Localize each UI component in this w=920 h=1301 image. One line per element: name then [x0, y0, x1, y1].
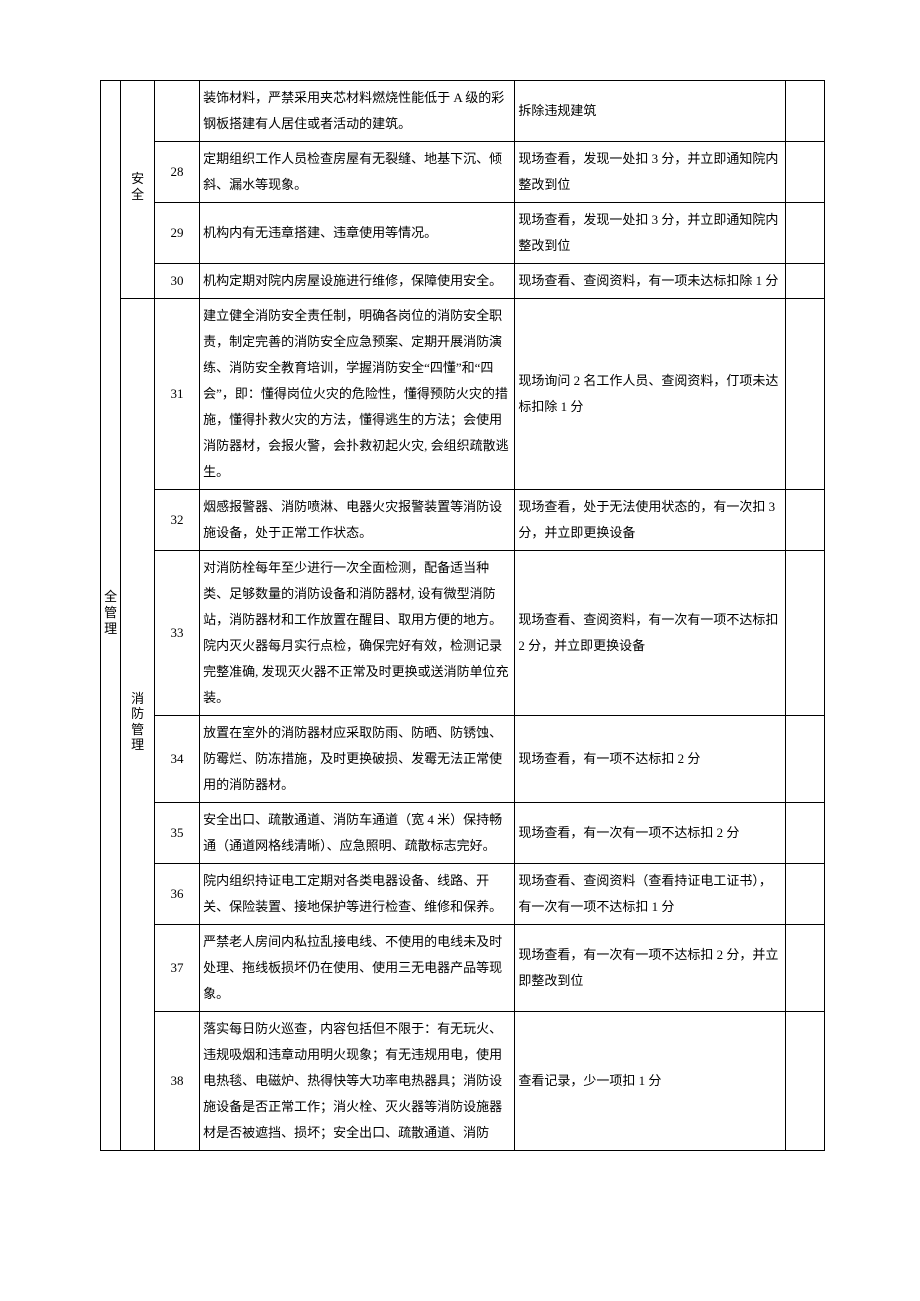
table-row: 35 安全出口、疏散通道、消防车通道（宽 4 米）保持畅通（通道网格线清晰）、应…	[101, 803, 825, 864]
category-main-cell: 全管理	[101, 81, 121, 1151]
table-row: 38 落实每日防火巡查，内容包括但不限于：有无玩火、违规吸烟和违章动用明火现象；…	[101, 1012, 825, 1151]
check-cell: 现场查看，有一项不达标扣 2 分	[515, 716, 785, 803]
score-cell	[785, 864, 824, 925]
check-cell: 现场查看、查阅资料（查看持证电工证书），有一次有一项不达标扣 1 分	[515, 864, 785, 925]
row-number: 33	[155, 551, 200, 716]
row-number: 35	[155, 803, 200, 864]
score-cell	[785, 1012, 824, 1151]
check-cell: 现场查看，处于无法使用状态的，有一次扣 3 分，并立即更换设备	[515, 490, 785, 551]
score-cell	[785, 299, 824, 490]
requirement-cell: 放置在室外的消防器材应采取防雨、防晒、防锈蚀、防霉烂、防冻措施，及时更换破损、发…	[200, 716, 515, 803]
table-row: 34 放置在室外的消防器材应采取防雨、防晒、防锈蚀、防霉烂、防冻措施，及时更换破…	[101, 716, 825, 803]
check-cell: 现场查看、查阅资料，有一项未达标扣除 1 分	[515, 264, 785, 299]
row-number: 38	[155, 1012, 200, 1151]
check-cell: 现场询问 2 名工作人员、查阅资料，仃项未达标扣除 1 分	[515, 299, 785, 490]
check-cell: 现场查看，发现一处扣 3 分，并立即通知院内整改到位	[515, 203, 785, 264]
row-number: 36	[155, 864, 200, 925]
check-cell: 查看记录，少一项扣 1 分	[515, 1012, 785, 1151]
row-number: 34	[155, 716, 200, 803]
table-row: 28 定期组织工作人员检查房屋有无裂缝、地基下沉、倾斜、漏水等现象。 现场查看，…	[101, 142, 825, 203]
row-number	[155, 81, 200, 142]
table-row: 29 机构内有无违章搭建、违章使用等情况。 现场查看，发现一处扣 3 分，并立即…	[101, 203, 825, 264]
row-number: 32	[155, 490, 200, 551]
score-cell	[785, 264, 824, 299]
row-number: 37	[155, 925, 200, 1012]
requirement-cell: 安全出口、疏散通道、消防车通道（宽 4 米）保持畅通（通道网格线清晰）、应急照明…	[200, 803, 515, 864]
category-sub-cell: 安全	[121, 81, 155, 299]
score-cell	[785, 803, 824, 864]
table-row: 32 烟感报警器、消防喷淋、电器火灾报警装置等消防设施设备，处于正常工作状态。 …	[101, 490, 825, 551]
requirement-cell: 建立健全消防安全责任制，明确各岗位的消防安全职责，制定完善的消防安全应急预案、定…	[200, 299, 515, 490]
score-cell	[785, 203, 824, 264]
check-cell: 现场查看、查阅资料，有一次有一项不达标扣 2 分，并立即更换设备	[515, 551, 785, 716]
table-row: 33 对消防栓每年至少进行一次全面检测，配备适当种类、足够数量的消防设备和消防器…	[101, 551, 825, 716]
requirement-cell: 对消防栓每年至少进行一次全面检测，配备适当种类、足够数量的消防设备和消防器材, …	[200, 551, 515, 716]
requirement-cell: 机构内有无违章搭建、违章使用等情况。	[200, 203, 515, 264]
requirement-cell: 严禁老人房间内私拉乱接电线、不使用的电线未及时处理、拖线板损坏仍在使用、使用三无…	[200, 925, 515, 1012]
score-cell	[785, 81, 824, 142]
check-cell: 拆除违规建筑	[515, 81, 785, 142]
check-cell: 现场查看，有一次有一项不达标扣 2 分，并立即整改到位	[515, 925, 785, 1012]
table-row: 36 院内组织持证电工定期对各类电器设备、线路、开关、保险装置、接地保护等进行检…	[101, 864, 825, 925]
requirement-cell: 定期组织工作人员检查房屋有无裂缝、地基下沉、倾斜、漏水等现象。	[200, 142, 515, 203]
table-row: 全管理 安全 装饰材料，严禁采用夹芯材料燃烧性能低于 A 级的彩钢板搭建有人居住…	[101, 81, 825, 142]
row-number: 30	[155, 264, 200, 299]
row-number: 29	[155, 203, 200, 264]
requirement-cell: 落实每日防火巡查，内容包括但不限于：有无玩火、违规吸烟和违章动用明火现象；有无违…	[200, 1012, 515, 1151]
score-cell	[785, 925, 824, 1012]
requirement-cell: 机构定期对院内房屋设施进行维修，保障使用安全。	[200, 264, 515, 299]
requirement-cell: 烟感报警器、消防喷淋、电器火灾报警装置等消防设施设备，处于正常工作状态。	[200, 490, 515, 551]
row-number: 31	[155, 299, 200, 490]
row-number: 28	[155, 142, 200, 203]
score-cell	[785, 142, 824, 203]
document-page: 全管理 安全 装饰材料，严禁采用夹芯材料燃烧性能低于 A 级的彩钢板搭建有人居住…	[0, 0, 920, 1191]
check-cell: 现场查看，发现一处扣 3 分，并立即通知院内整改到位	[515, 142, 785, 203]
table-row: 37 严禁老人房间内私拉乱接电线、不使用的电线未及时处理、拖线板损坏仍在使用、使…	[101, 925, 825, 1012]
score-cell	[785, 716, 824, 803]
category-sub-cell: 消防管理	[121, 299, 155, 1151]
table-row: 30 机构定期对院内房屋设施进行维修，保障使用安全。 现场查看、查阅资料，有一项…	[101, 264, 825, 299]
requirement-cell: 装饰材料，严禁采用夹芯材料燃烧性能低于 A 级的彩钢板搭建有人居住或者活动的建筑…	[200, 81, 515, 142]
score-cell	[785, 551, 824, 716]
table-row: 消防管理 31 建立健全消防安全责任制，明确各岗位的消防安全职责，制定完善的消防…	[101, 299, 825, 490]
check-cell: 现场查看，有一次有一项不达标扣 2 分	[515, 803, 785, 864]
requirement-cell: 院内组织持证电工定期对各类电器设备、线路、开关、保险装置、接地保护等进行检查、维…	[200, 864, 515, 925]
score-cell	[785, 490, 824, 551]
inspection-table: 全管理 安全 装饰材料，严禁采用夹芯材料燃烧性能低于 A 级的彩钢板搭建有人居住…	[100, 80, 825, 1151]
